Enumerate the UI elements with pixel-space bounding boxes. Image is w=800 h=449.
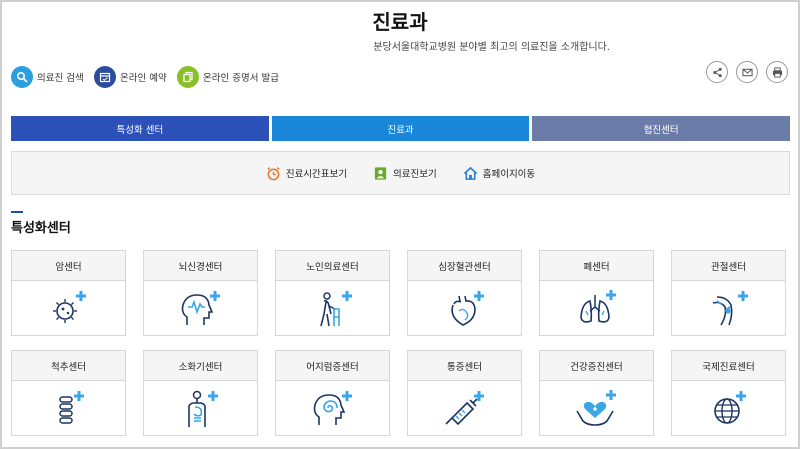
health-hands-icon bbox=[575, 389, 616, 426]
tab-cooperative-center[interactable]: 협진센터 bbox=[532, 116, 791, 141]
toolbar-label: 홈페이지이동 bbox=[482, 169, 536, 180]
globe-icon bbox=[713, 390, 746, 424]
heart-icon bbox=[450, 290, 484, 326]
doctor-id-icon bbox=[374, 166, 387, 180]
center-card-title: 소화기센터 bbox=[144, 351, 257, 381]
quick-link-label: 온라인 예약 bbox=[120, 73, 167, 84]
center-card-pain[interactable]: 통증센터 bbox=[407, 350, 522, 436]
quick-link-online-certificate[interactable]: 온라인 증명서 발급 bbox=[177, 65, 279, 89]
toolbar-label: 진료시간표보기 bbox=[285, 169, 348, 180]
center-card-cardiovascular[interactable]: 심장혈관센터 bbox=[407, 250, 522, 336]
center-card-title: 뇌신경센터 bbox=[144, 251, 257, 281]
center-card-lung[interactable]: 폐센터 bbox=[539, 250, 654, 336]
center-card-title: 노인의료센터 bbox=[276, 251, 389, 281]
category-tabs: 특성화 센터 진료과 협진센터 bbox=[11, 116, 791, 141]
section-title: 특성화센터 bbox=[11, 221, 71, 236]
center-card-title: 건강증진센터 bbox=[540, 351, 653, 381]
dizziness-head-icon bbox=[313, 390, 352, 425]
print-icon bbox=[772, 66, 782, 78]
action-toolbar: 진료시간표보기 의료진보기 홈페이지이동 bbox=[11, 151, 790, 195]
spine-icon bbox=[58, 390, 84, 424]
center-card-cancer[interactable]: 암센터 bbox=[11, 250, 126, 336]
center-card-geriatric[interactable]: 노인의료센터 bbox=[275, 250, 390, 336]
quick-link-label: 온라인 증명서 발급 bbox=[203, 73, 279, 84]
center-card-title: 암센터 bbox=[12, 251, 125, 281]
quick-link-doctor-search[interactable]: 의료진 검색 bbox=[11, 65, 84, 89]
knee-joint-icon bbox=[712, 290, 748, 325]
center-card-title: 관절센터 bbox=[672, 251, 785, 281]
search-icon bbox=[11, 66, 33, 88]
centers-grid: 암센터 뇌신경센터 노인의료센터 심장혈관센터 폐센터 관절센터 척추센터 소화… bbox=[11, 250, 790, 436]
page-title: 진료과 bbox=[372, 10, 428, 34]
lungs-icon bbox=[579, 289, 616, 323]
center-card-digestive[interactable]: 소화기센터 bbox=[143, 350, 258, 436]
center-card-dizziness[interactable]: 어지럼증센터 bbox=[275, 350, 390, 436]
center-card-health-promotion[interactable]: 건강증진센터 bbox=[539, 350, 654, 436]
go-homepage-button[interactable]: 홈페이지이동 bbox=[463, 166, 535, 181]
alarm-clock-icon bbox=[267, 166, 280, 180]
center-card-spine[interactable]: 척추센터 bbox=[11, 350, 126, 436]
quick-link-label: 의료진 검색 bbox=[37, 73, 84, 84]
home-icon bbox=[463, 166, 477, 180]
center-card-title: 어지럼증센터 bbox=[276, 351, 389, 381]
digestive-organ-icon bbox=[187, 390, 218, 427]
quick-link-online-reservation[interactable]: 온라인 예약 bbox=[94, 65, 167, 89]
center-card-international[interactable]: 국제진료센터 bbox=[671, 350, 786, 436]
view-schedule-button[interactable]: 진료시간표보기 bbox=[266, 166, 347, 181]
syringe-icon bbox=[444, 390, 484, 425]
center-card-title: 통증센터 bbox=[408, 351, 521, 381]
print-button[interactable] bbox=[766, 61, 788, 83]
center-card-title: 국제진료센터 bbox=[672, 351, 785, 381]
cancer-cell-icon bbox=[52, 290, 86, 323]
view-doctors-button[interactable]: 의료진보기 bbox=[373, 166, 437, 181]
calendar-icon bbox=[94, 66, 116, 88]
mail-button[interactable] bbox=[736, 61, 758, 83]
toolbar-label: 의료진보기 bbox=[393, 169, 437, 180]
center-card-title: 폐센터 bbox=[540, 251, 653, 281]
document-copy-icon bbox=[177, 66, 199, 88]
share-button[interactable] bbox=[706, 61, 728, 83]
share-icon bbox=[712, 67, 722, 77]
brain-head-icon bbox=[181, 290, 220, 325]
center-card-title: 척추센터 bbox=[12, 351, 125, 381]
tab-departments[interactable]: 진료과 bbox=[271, 116, 530, 141]
page-subtitle: 분당서울대학교병원 분야별 최고의 의료진을 소개합니다. bbox=[373, 42, 610, 53]
center-card-joint[interactable]: 관절센터 bbox=[671, 250, 786, 336]
tab-specialized-center[interactable]: 특성화 센터 bbox=[11, 116, 269, 141]
mail-icon bbox=[741, 68, 753, 76]
center-card-neuro[interactable]: 뇌신경센터 bbox=[143, 250, 258, 336]
center-card-title: 심장혈관센터 bbox=[408, 251, 521, 281]
elderly-walker-icon bbox=[319, 290, 352, 326]
section-accent-bar bbox=[11, 211, 23, 213]
